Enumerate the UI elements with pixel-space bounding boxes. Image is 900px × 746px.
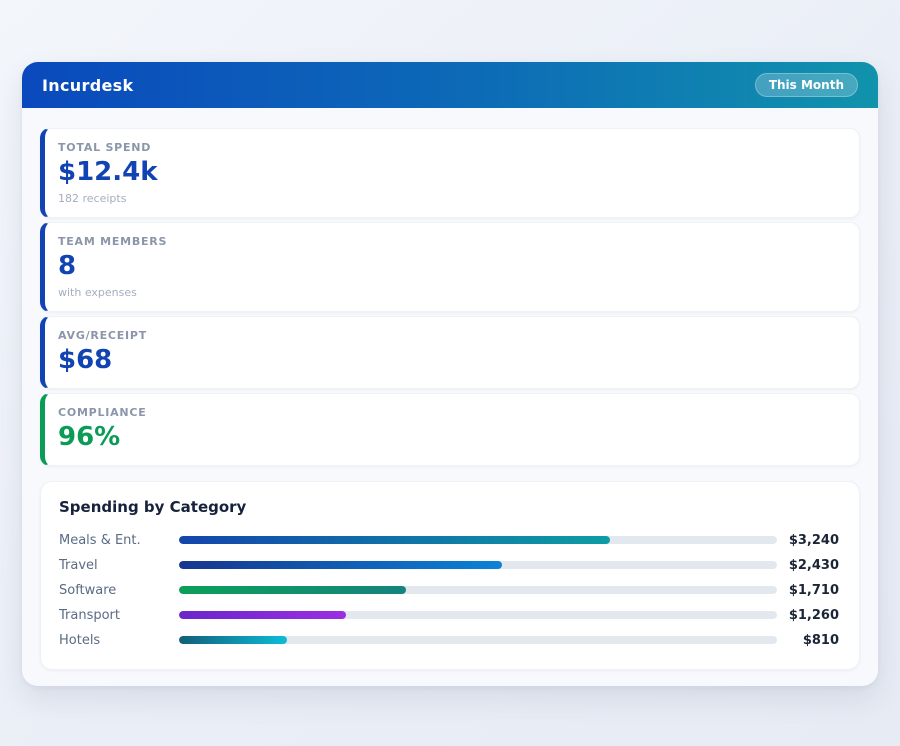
stat-card-compliance: COMPLIANCE 96% [40, 393, 860, 466]
category-rows: Meals & Ent. $3,240 Travel $2,430 Software $1… [59, 528, 839, 653]
stat-value: $68 [58, 346, 841, 376]
bar-fill [179, 611, 346, 619]
app-header: Incurdesk This Month [22, 62, 878, 108]
bar-fill [179, 636, 287, 644]
category-value: $3,240 [777, 533, 839, 548]
stat-label: TEAM MEMBERS [58, 235, 841, 248]
bar-track [179, 611, 777, 619]
category-value: $1,710 [777, 583, 839, 598]
period-badge[interactable]: This Month [755, 73, 858, 97]
stat-card-avg-receipt: AVG/RECEIPT $68 [40, 316, 860, 389]
spending-by-category-card: Spending by Category Meals & Ent. $3,240 T… [40, 481, 860, 670]
bar-track [179, 636, 777, 644]
category-label: Transport [59, 608, 179, 623]
stat-value: 96% [58, 423, 841, 453]
category-row: Travel $2,430 [59, 553, 839, 578]
bar-fill [179, 561, 502, 569]
stat-label: TOTAL SPEND [58, 141, 841, 154]
stat-subtext: 182 receipts [58, 192, 841, 205]
dashboard-content: TOTAL SPEND $12.4k 182 receipts TEAM MEM… [22, 108, 878, 688]
stat-label: COMPLIANCE [58, 406, 841, 419]
category-label: Travel [59, 558, 179, 573]
category-label: Meals & Ent. [59, 533, 179, 548]
stat-value: 8 [58, 252, 841, 282]
category-label: Hotels [59, 633, 179, 648]
stat-card-team-members: TEAM MEMBERS 8 with expenses [40, 222, 860, 312]
chart-title: Spending by Category [59, 498, 839, 516]
bar-track [179, 536, 777, 544]
category-value: $2,430 [777, 558, 839, 573]
bar-fill [179, 586, 406, 594]
stat-value: $12.4k [58, 158, 841, 188]
app-title: Incurdesk [42, 76, 133, 95]
stat-card-total-spend: TOTAL SPEND $12.4k 182 receipts [40, 128, 860, 218]
category-value: $1,260 [777, 608, 839, 623]
category-row: Transport $1,260 [59, 603, 839, 628]
stat-subtext: with expenses [58, 286, 841, 299]
bar-fill [179, 536, 610, 544]
category-value: $810 [777, 633, 839, 648]
category-label: Software [59, 583, 179, 598]
category-row: Meals & Ent. $3,240 [59, 528, 839, 553]
category-row: Software $1,710 [59, 578, 839, 603]
category-row: Hotels $810 [59, 628, 839, 653]
dashboard-panel: Incurdesk This Month TOTAL SPEND $12.4k … [22, 62, 878, 686]
stat-label: AVG/RECEIPT [58, 329, 841, 342]
bar-track [179, 586, 777, 594]
bar-track [179, 561, 777, 569]
